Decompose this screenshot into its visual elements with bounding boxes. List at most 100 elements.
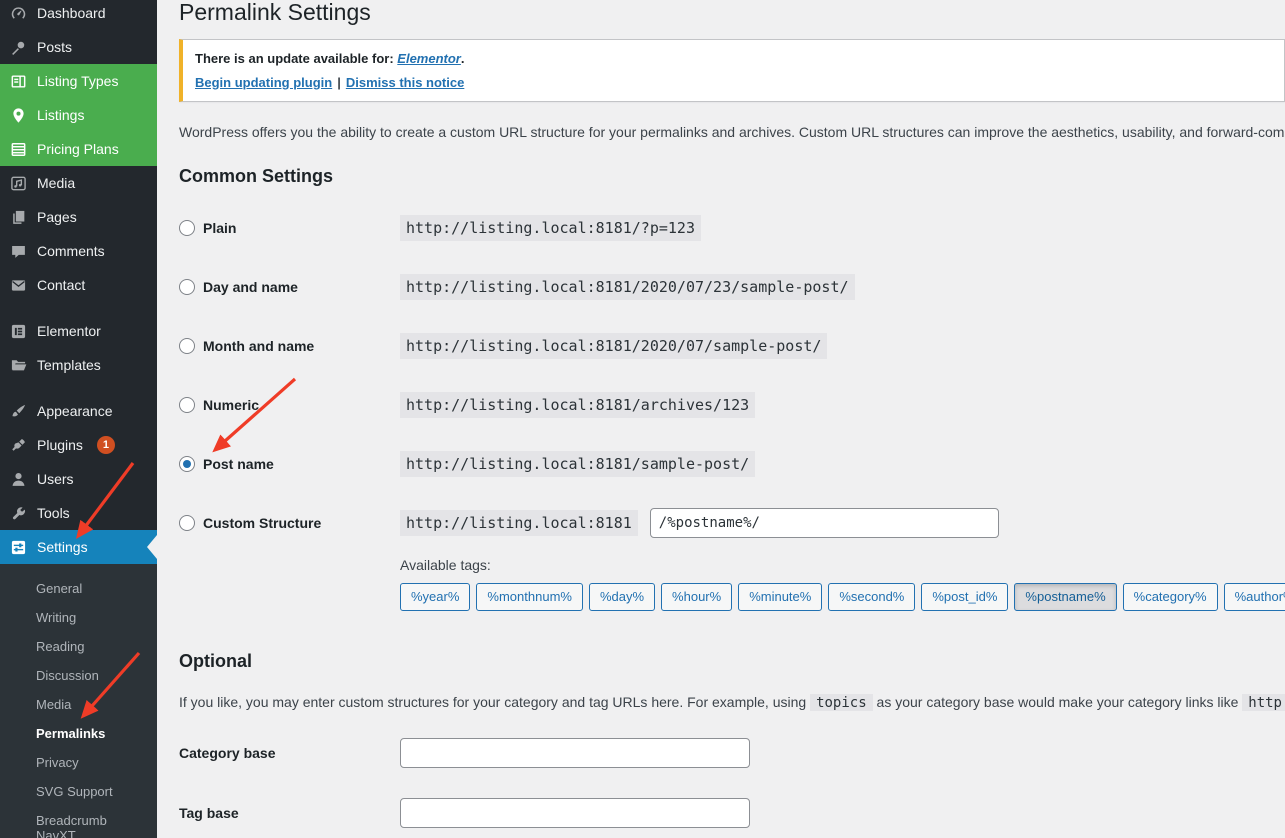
sidebar-item-label: Appearance bbox=[37, 403, 113, 419]
available-tags-label: Available tags: bbox=[400, 556, 491, 573]
row-label: Custom Structure bbox=[203, 515, 322, 532]
sidebar-item-pricing-plans[interactable]: Pricing Plans bbox=[0, 132, 157, 166]
dashboard-icon bbox=[8, 5, 28, 22]
dismiss-notice-link[interactable]: Dismiss this notice bbox=[346, 75, 464, 90]
sidebar-item-tools[interactable]: Tools bbox=[0, 496, 157, 530]
row-month-and-name: Month and name http://listing.local:8181… bbox=[179, 317, 1285, 376]
templates-icon bbox=[8, 357, 28, 374]
example-category-url-code: http://listing.local:8181/topics/uncateg… bbox=[1242, 693, 1285, 711]
sidebar-item-label: Plugins bbox=[37, 437, 83, 453]
sidebar-item-label: Comments bbox=[37, 243, 105, 259]
row-label: Month and name bbox=[203, 338, 315, 355]
permalink-example: http://listing.local:8181/sample-post/ bbox=[400, 451, 756, 478]
plugins-icon bbox=[8, 437, 28, 454]
tag-button-year[interactable]: %year% bbox=[400, 582, 471, 611]
submenu-item-reading[interactable]: Reading bbox=[0, 632, 157, 661]
tag-button-hour[interactable]: %hour% bbox=[661, 582, 733, 611]
submenu-item-discussion[interactable]: Discussion bbox=[0, 661, 157, 690]
sidebar-item-plugins[interactable]: Plugins 1 bbox=[0, 428, 157, 462]
permalink-options-table: Plain http://listing.local:8181/?p=123 D… bbox=[179, 199, 1285, 611]
row-label: Plain bbox=[203, 220, 237, 237]
sidebar-item-label: Elementor bbox=[37, 323, 101, 339]
sidebar-item-posts[interactable]: Posts bbox=[0, 30, 157, 64]
update-notice: There is an update available for: Elemen… bbox=[179, 38, 1285, 102]
row-label: Numeric bbox=[203, 397, 260, 414]
sidebar-item-label: Tools bbox=[37, 505, 70, 521]
topics-code: topics bbox=[810, 693, 873, 711]
available-tags-row: %year% %monthnum% %day% %hour% %minute% … bbox=[400, 582, 1285, 611]
submenu-item-general[interactable]: General bbox=[0, 574, 157, 603]
common-settings-heading: Common Settings bbox=[179, 165, 334, 186]
sidebar-item-label: Users bbox=[37, 471, 74, 487]
settings-icon bbox=[8, 539, 28, 556]
tag-button-second[interactable]: %second% bbox=[828, 582, 916, 611]
tag-button-day[interactable]: %day% bbox=[588, 582, 656, 611]
pages-icon bbox=[8, 209, 28, 226]
submenu-item-breadcrumb-navxt[interactable]: Breadcrumb NavXT bbox=[0, 806, 157, 838]
users-icon bbox=[8, 471, 28, 488]
tag-base-label: Tag base bbox=[179, 804, 239, 821]
optional-fields-table: Category base Tag base bbox=[179, 723, 1285, 838]
admin-sidebar: Dashboard Posts Listing Types Listings P… bbox=[0, 0, 157, 838]
sidebar-item-label: Listing Types bbox=[37, 73, 119, 89]
listing-types-icon bbox=[8, 73, 28, 90]
radio-custom-structure[interactable] bbox=[179, 515, 195, 532]
radio-numeric[interactable] bbox=[179, 397, 195, 414]
sidebar-item-label: Pages bbox=[37, 209, 77, 225]
sidebar-item-pages[interactable]: Pages bbox=[0, 200, 157, 234]
sidebar-item-label: Media bbox=[37, 175, 76, 191]
radio-day-and-name[interactable] bbox=[179, 279, 195, 296]
category-base-input[interactable] bbox=[400, 737, 750, 768]
current-menu-arrow bbox=[147, 535, 157, 559]
submenu-item-media[interactable]: Media bbox=[0, 690, 157, 719]
settings-submenu: General Writing Reading Discussion Media… bbox=[0, 564, 157, 838]
row-post-name: Post name http://listing.local:8181/samp… bbox=[179, 435, 1285, 494]
tag-button-minute[interactable]: %minute% bbox=[738, 582, 823, 611]
sidebar-item-listings[interactable]: Listings bbox=[0, 98, 157, 132]
sidebar-item-listing-types[interactable]: Listing Types bbox=[0, 64, 157, 98]
custom-structure-input[interactable] bbox=[649, 508, 999, 539]
row-category-base: Category base bbox=[179, 723, 1285, 783]
sidebar-item-dashboard[interactable]: Dashboard bbox=[0, 0, 157, 30]
sidebar-item-label: Templates bbox=[37, 357, 101, 373]
optional-paragraph: If you like, you may enter custom struct… bbox=[179, 693, 1285, 711]
permalink-example: http://listing.local:8181/2020/07/sample… bbox=[400, 333, 828, 360]
tag-button-author[interactable]: %author% bbox=[1223, 582, 1285, 611]
sidebar-item-comments[interactable]: Comments bbox=[0, 234, 157, 268]
sidebar-item-appearance[interactable]: Appearance bbox=[0, 394, 157, 428]
page-title: Permalink Settings bbox=[179, 0, 371, 25]
submenu-item-writing[interactable]: Writing bbox=[0, 603, 157, 632]
row-label: Day and name bbox=[203, 279, 298, 296]
pricing-plans-icon bbox=[8, 141, 28, 158]
tools-icon bbox=[8, 505, 28, 522]
elementor-link[interactable]: Elementor bbox=[397, 51, 461, 66]
tag-button-monthnum[interactable]: %monthnum% bbox=[476, 582, 583, 611]
sidebar-item-templates[interactable]: Templates bbox=[0, 348, 157, 382]
row-plain: Plain http://listing.local:8181/?p=123 bbox=[179, 199, 1285, 258]
sidebar-item-users[interactable]: Users bbox=[0, 462, 157, 496]
begin-updating-plugin-link[interactable]: Begin updating plugin bbox=[195, 75, 332, 90]
optional-heading: Optional bbox=[179, 650, 252, 671]
tag-button-postname[interactable]: %postname% bbox=[1014, 582, 1117, 611]
sidebar-item-label: Dashboard bbox=[37, 5, 106, 21]
radio-plain[interactable] bbox=[179, 220, 195, 237]
admin-menu: Dashboard Posts Listing Types Listings P… bbox=[0, 0, 157, 838]
tag-button-post-id[interactable]: %post_id% bbox=[921, 582, 1009, 611]
submenu-item-permalinks[interactable]: Permalinks bbox=[0, 719, 157, 748]
sidebar-item-elementor[interactable]: Elementor bbox=[0, 314, 157, 348]
radio-post-name[interactable] bbox=[179, 456, 195, 473]
contact-icon bbox=[8, 277, 28, 294]
sidebar-item-media[interactable]: Media bbox=[0, 166, 157, 200]
tag-base-input[interactable] bbox=[400, 797, 750, 828]
submenu-item-privacy[interactable]: Privacy bbox=[0, 748, 157, 777]
radio-month-and-name[interactable] bbox=[179, 338, 195, 355]
row-label: Post name bbox=[203, 456, 274, 473]
tag-button-category[interactable]: %category% bbox=[1122, 582, 1218, 611]
row-day-and-name: Day and name http://listing.local:8181/2… bbox=[179, 258, 1285, 317]
sidebar-item-contact[interactable]: Contact bbox=[0, 268, 157, 302]
submenu-item-svg-support[interactable]: SVG Support bbox=[0, 777, 157, 806]
notice-line-1: There is an update available for: Elemen… bbox=[195, 50, 465, 66]
row-numeric: Numeric http://listing.local:8181/archiv… bbox=[179, 376, 1285, 435]
main-content: Permalink Settings There is an update av… bbox=[157, 0, 1285, 838]
sidebar-item-settings[interactable]: Settings bbox=[0, 530, 157, 564]
